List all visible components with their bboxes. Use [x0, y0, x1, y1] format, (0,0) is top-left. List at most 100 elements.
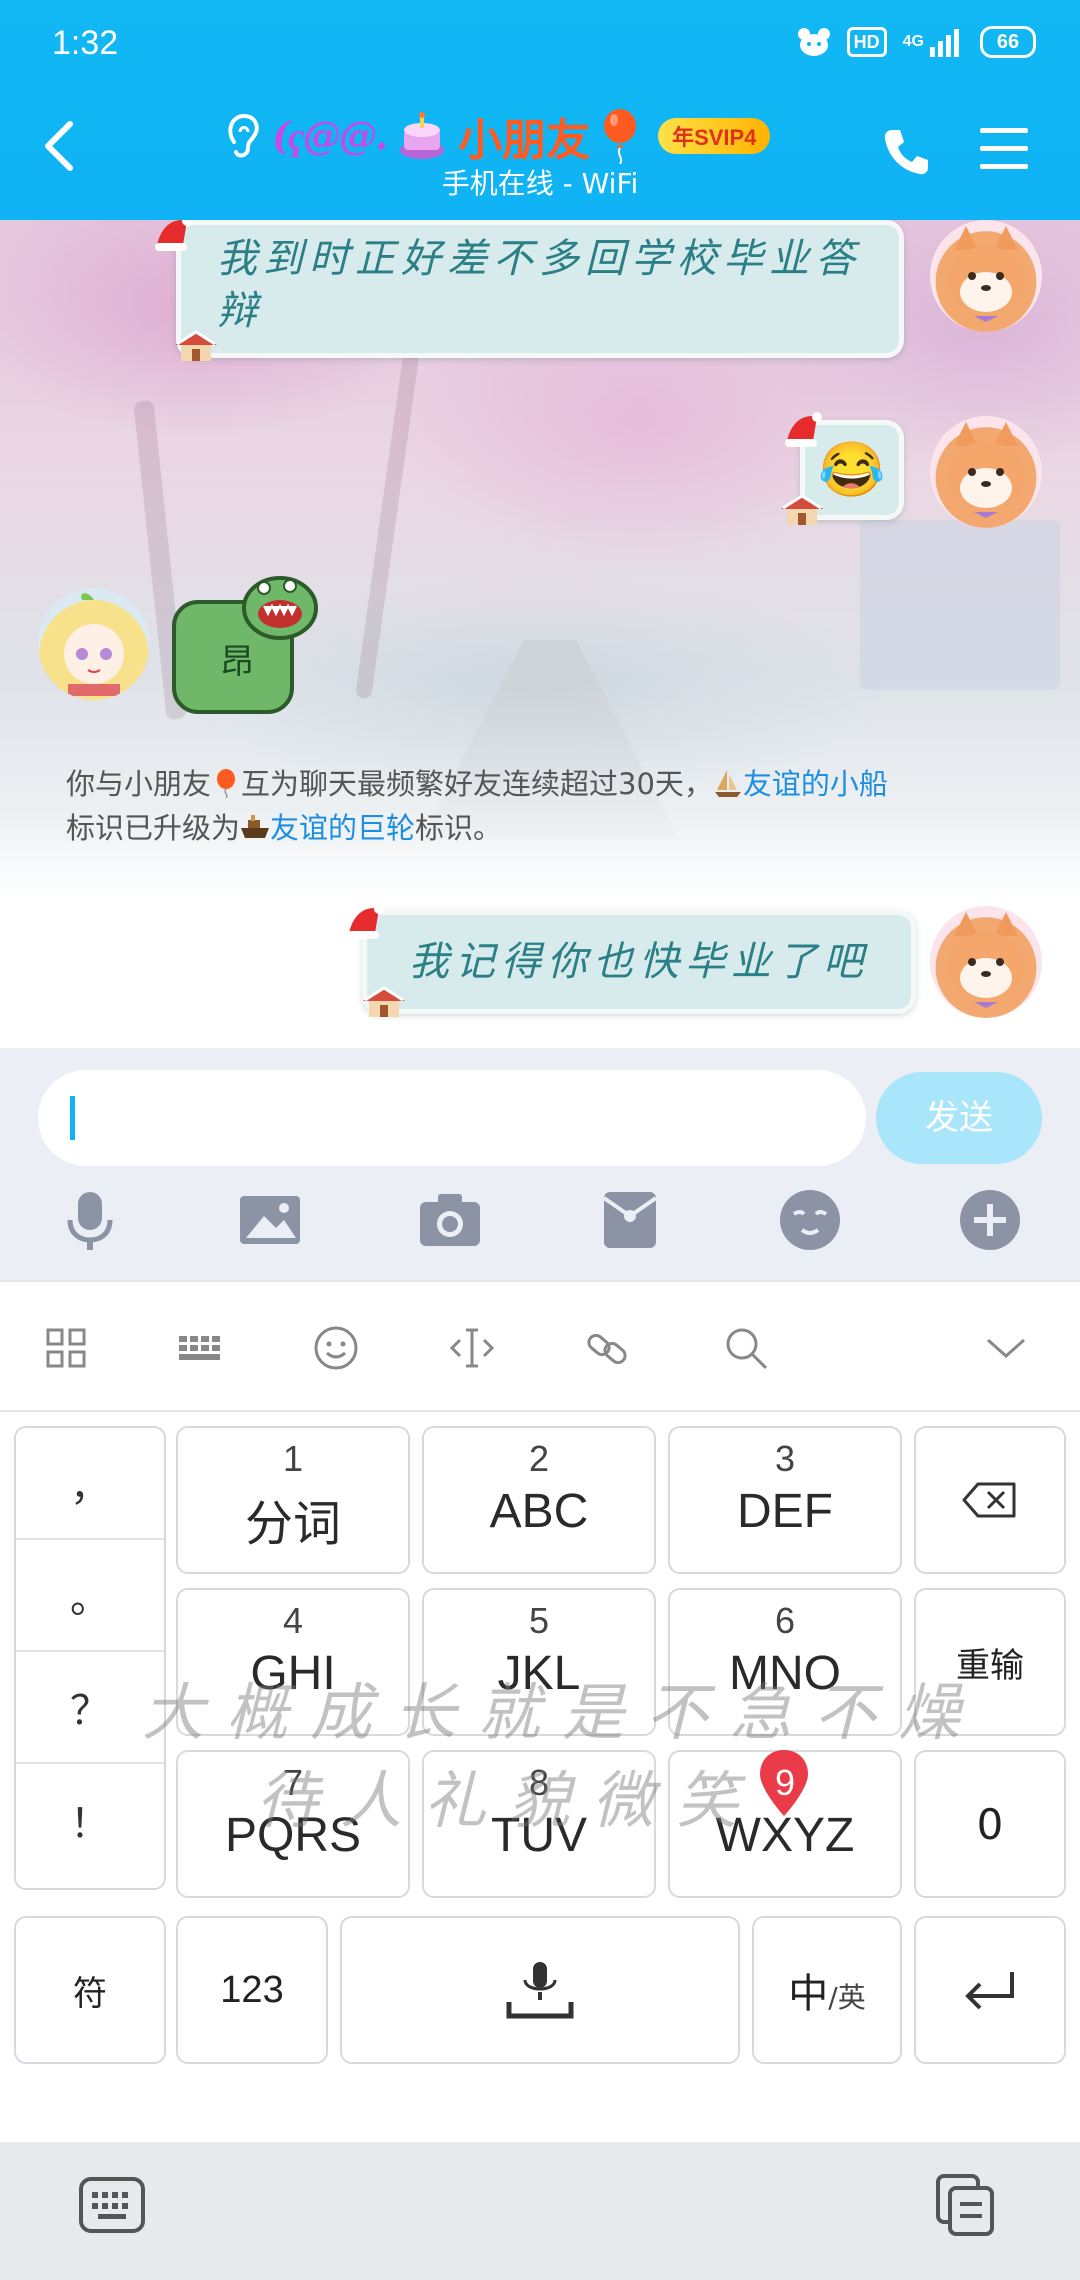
key-label: ABC [489, 1485, 589, 1538]
friendship-system-note: 你与小朋友 互为聊天最频繁好友连续超过30天， 友谊的小船 标识已升级为 友谊的巨轮标… [66, 762, 1026, 850]
camera-icon [420, 1194, 480, 1246]
note-text: 你与小朋友 [66, 767, 212, 801]
camera-button[interactable] [418, 1188, 482, 1252]
clipboard-link-button[interactable] [584, 1324, 632, 1372]
menu-button[interactable] [976, 124, 1032, 174]
message-bubble-outgoing[interactable]: 我到时正好差不多回学校毕业答辩 [155, 220, 904, 361]
key-2[interactable]: 2 ABC [422, 1426, 656, 1574]
message-input[interactable] [38, 1070, 866, 1166]
key-6[interactable]: 6 MNO [668, 1588, 902, 1736]
avatar-self[interactable] [930, 906, 1042, 1018]
keyboard-menu-button[interactable] [42, 1324, 90, 1372]
punctuation-key[interactable]: 。 [16, 1540, 164, 1652]
key-5[interactable]: 5 JKL [422, 1588, 656, 1736]
cursor-icon [449, 1328, 495, 1368]
zero-key[interactable]: 0 [914, 1750, 1066, 1898]
ship-icon [241, 815, 270, 838]
message-bubble-outgoing[interactable]: 我记得你也快毕业了吧 [347, 904, 916, 1017]
key-3[interactable]: 3 DEF [668, 1426, 902, 1574]
keyboard-icon [79, 2177, 145, 2233]
contact-name: 小朋友 [458, 115, 591, 166]
lang-main-label: 中 [788, 1971, 829, 2017]
reinput-key[interactable]: 重输 [914, 1588, 1066, 1736]
chat-area[interactable]: 我到时正好差不多回学校毕业答辩 😂 昂 你与小朋友 互为聊天最频繁好友连续超过30… [0, 220, 1080, 1048]
emoji-button[interactable] [778, 1188, 842, 1252]
nine-key-keyboard: ， 。 ？ ！ 1 分词 2 ABC 3 DEF 4 GHI 5 JKL 6 M… [0, 1412, 1080, 2142]
friendship-ship-link[interactable]: 友谊的巨轮 [270, 811, 415, 845]
backspace-key[interactable] [914, 1426, 1066, 1574]
title-row[interactable]: (ҁ@@. 小朋友 年SVIP4 [222, 104, 771, 168]
punctuation-key[interactable]: ！ [16, 1764, 164, 1876]
clipboard-button[interactable] [934, 2172, 996, 2238]
enter-icon [965, 1972, 1014, 2010]
key-number: 5 [528, 1600, 550, 1641]
keyboard-emoji-button[interactable] [312, 1324, 360, 1372]
key-number: 8 [528, 1762, 550, 1803]
punctuation-key[interactable]: ， [16, 1428, 164, 1540]
note-text: 标识。 [415, 811, 503, 845]
backspace-icon [962, 1482, 1016, 1518]
keyboard-layout-icon [179, 1336, 220, 1360]
link-icon [587, 1333, 627, 1365]
keyboard-toolbar [0, 1280, 1080, 1412]
avatar-self[interactable] [930, 220, 1042, 332]
anime-girl-avatar-icon [48, 593, 140, 696]
key-number: 4 [282, 1600, 304, 1641]
key-number: 7 [282, 1762, 304, 1803]
key-number: 9 [774, 1762, 796, 1803]
message-bubble-outgoing-emoji[interactable]: 😂 [781, 412, 904, 525]
key-number: 6 [774, 1600, 796, 1641]
send-button[interactable]: 发送 [876, 1072, 1042, 1164]
avatar-contact[interactable] [38, 588, 150, 700]
more-button[interactable] [958, 1188, 1022, 1252]
message-text: 我到时正好差不多回学校毕业答辩 [217, 236, 861, 334]
space-voice-key[interactable] [340, 1916, 740, 2064]
key-label: DEF [737, 1485, 833, 1538]
hd-icon: HD [846, 27, 887, 57]
decoration-logo: (ҁ@@. [272, 113, 388, 158]
switch-keyboard-button[interactable] [78, 2176, 146, 2234]
shiba-avatar-icon [948, 422, 1024, 518]
avatar-self[interactable] [930, 416, 1042, 528]
numeric-key[interactable]: 123 [176, 1916, 328, 2064]
sailboat-icon [714, 770, 741, 797]
symbol-label: 符 [73, 1973, 107, 2014]
voice-call-button[interactable] [878, 124, 934, 180]
numeric-label: 123 [220, 1968, 284, 2011]
santa-hat-icon [155, 220, 192, 251]
collapse-keyboard-button[interactable] [982, 1324, 1030, 1372]
photo-button[interactable] [238, 1188, 302, 1252]
background-tree-trunk [355, 340, 421, 700]
voice-message-button[interactable] [58, 1188, 122, 1252]
cursor-move-button[interactable] [448, 1324, 496, 1372]
symbol-key[interactable]: 符 [14, 1916, 166, 2064]
status-time: 1:32 [52, 24, 119, 62]
network-label: 4G [902, 33, 924, 50]
reinput-label: 重输 [956, 1645, 1024, 1686]
language-switch-key[interactable]: 中/英 [752, 1916, 902, 2064]
punctuation-column: ， 。 ？ ！ [14, 1426, 166, 1890]
keyboard-search-button[interactable] [722, 1324, 770, 1372]
enter-key[interactable] [914, 1916, 1066, 2064]
note-text: 标识已升级为 [66, 811, 241, 845]
friendship-boat-link[interactable]: 友谊的小船 [743, 767, 888, 801]
emoji-icon [780, 1190, 840, 1250]
key-8[interactable]: 8 TUV [422, 1750, 656, 1898]
key-4[interactable]: 4 GHI [176, 1588, 410, 1736]
snow-house-icon [781, 494, 823, 525]
punctuation-key[interactable]: ？ [16, 1652, 164, 1764]
bear-icon [797, 26, 831, 58]
message-text: 我记得你也快毕业了吧 [409, 939, 869, 985]
key-1[interactable]: 1 分词 [176, 1426, 410, 1574]
shiba-avatar-icon [948, 912, 1024, 1008]
svip-badge: 年SVIP4 [658, 118, 771, 154]
red-packet-button[interactable] [598, 1188, 662, 1252]
sticker-text: 昂 [220, 642, 254, 682]
sticker-message[interactable]: 昂 [168, 572, 318, 722]
keyboard-layout-button[interactable] [176, 1324, 224, 1372]
key-9[interactable]: 9 WXYZ [668, 1750, 902, 1898]
microphone-icon [67, 1192, 113, 1250]
key-7[interactable]: 7 PQRS [176, 1750, 410, 1898]
lang-sub-label: /英 [828, 1981, 866, 2014]
zero-label: 0 [976, 1799, 1004, 1849]
